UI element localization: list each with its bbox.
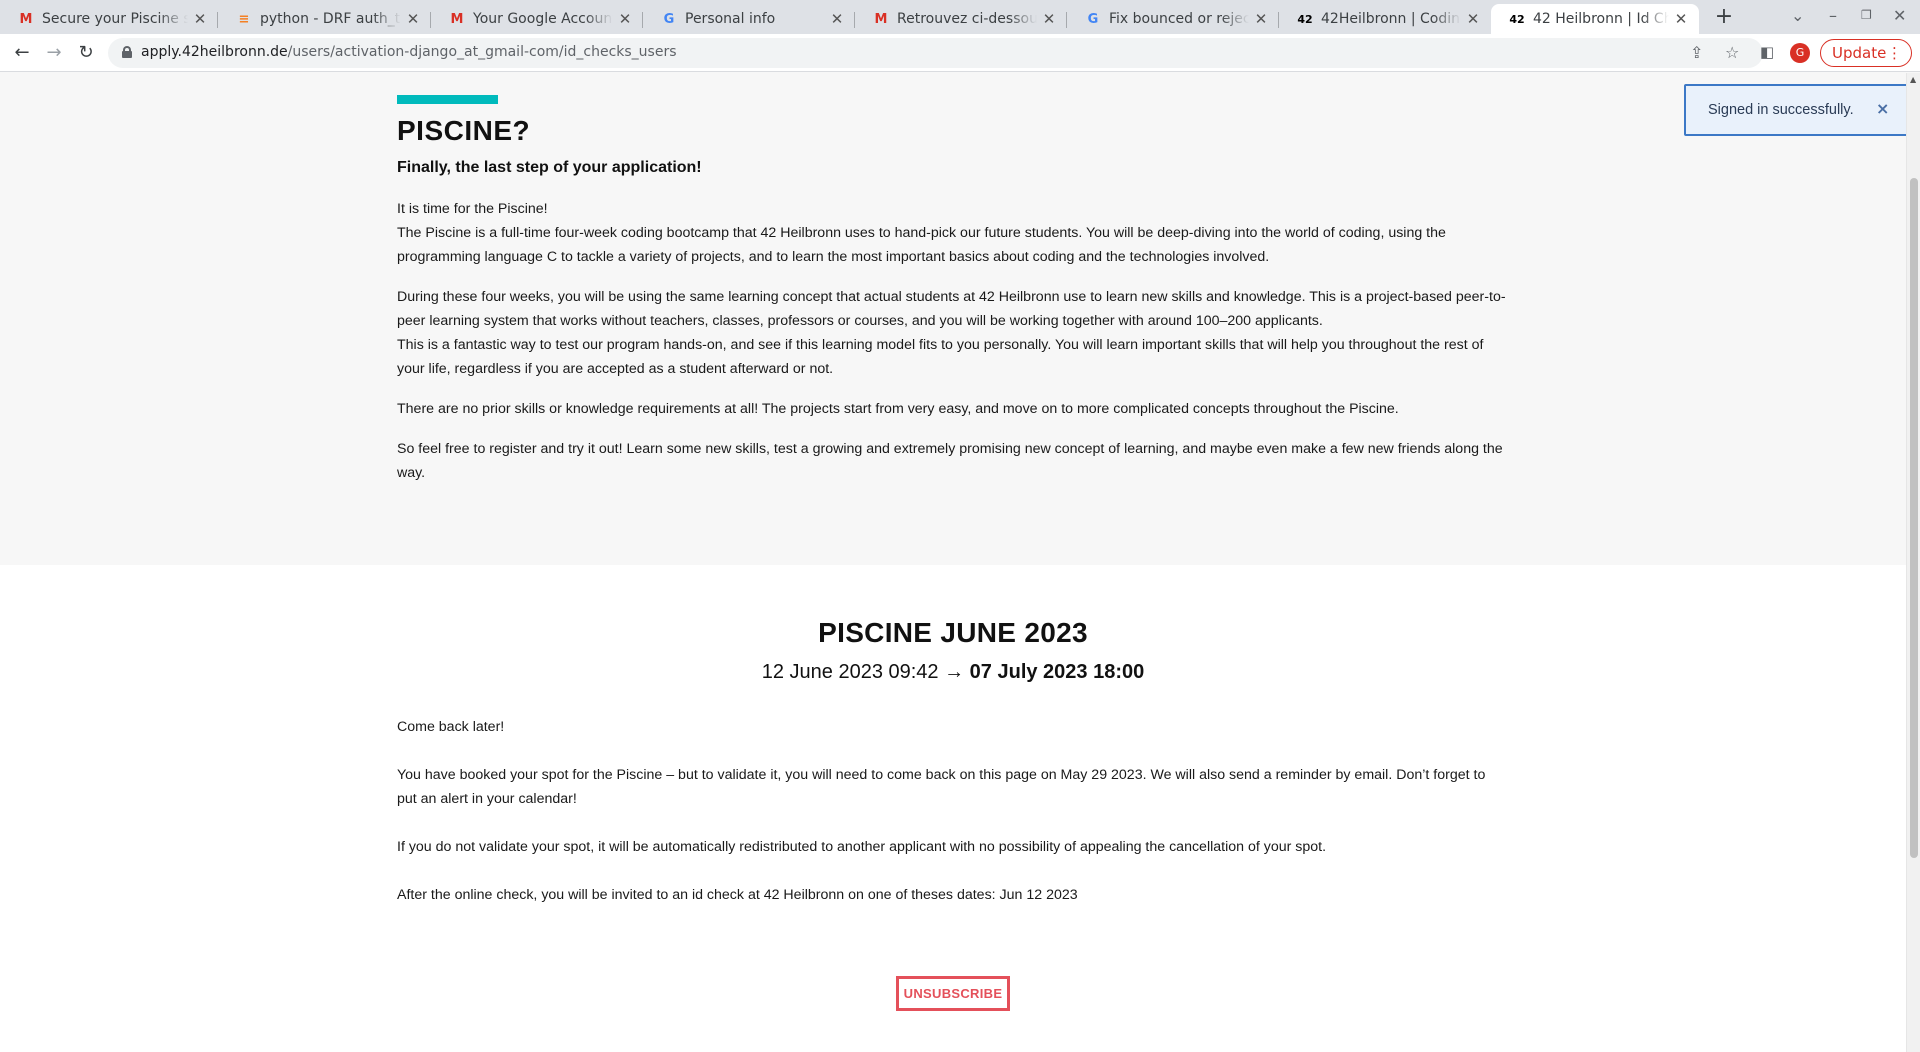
profile-avatar[interactable]: G (1790, 43, 1810, 63)
accent-bar (397, 95, 498, 104)
tab-title: python - DRF auth_tok (260, 11, 401, 27)
gmail-icon: M (19, 11, 33, 27)
42-icon: 42 (1509, 12, 1525, 26)
section-lead: Finally, the last step of your applicati… (397, 159, 702, 176)
tab-42heilbronn-coding[interactable]: 42 42Heilbronn | Coding ✕ (1279, 4, 1491, 34)
tab-title: Retrouvez ci-dessous (897, 11, 1037, 27)
tab-title: 42Heilbronn | Coding (1321, 11, 1461, 27)
paragraph: It is time for the Piscine! The Piscine … (397, 201, 1446, 265)
scrollbar-thumb[interactable] (1910, 178, 1918, 858)
session-end: 07 July 2023 18:00 (969, 661, 1145, 683)
lock-icon[interactable] (122, 46, 132, 58)
close-tab-icon[interactable]: ✕ (1673, 10, 1689, 28)
42-icon: 42 (1297, 12, 1313, 26)
close-tab-icon[interactable]: ✕ (829, 10, 845, 28)
tab-title: 42 Heilbronn | Id Chec (1533, 11, 1669, 27)
restore-icon[interactable]: ❐ (1861, 8, 1872, 22)
session-title: PISCINE JUNE 2023 (818, 617, 1088, 648)
scroll-up-icon[interactable]: ▲ (1910, 75, 1916, 84)
minimize-icon[interactable]: – (1829, 6, 1837, 25)
tab-retrouvez[interactable]: M Retrouvez ci-dessous ✕ (855, 4, 1067, 34)
tab-google-account[interactable]: M Your Google Account ✕ (431, 4, 643, 34)
close-tab-icon[interactable]: ✕ (1253, 10, 1269, 28)
gmail-icon: M (450, 11, 464, 27)
stackoverflow-icon: ≡ (238, 11, 250, 27)
scrollbar[interactable]: ▲ (1906, 73, 1920, 1052)
toast-message: Signed in successfully. (1708, 102, 1854, 118)
tab-title: Fix bounced or rejecte (1109, 11, 1249, 27)
intro-paragraphs: It is time for the Piscine! The Piscine … (397, 197, 1507, 501)
paragraph: Come back later! (397, 719, 505, 735)
paragraph: So feel free to register and try it out!… (397, 441, 1503, 481)
forward-icon[interactable]: → (42, 41, 66, 65)
google-icon: G (663, 11, 675, 27)
page-viewport: PISCINE? Finally, the last step of your … (0, 73, 1906, 1052)
close-icon[interactable]: × (1876, 99, 1889, 118)
update-button[interactable]: Update ⋮ (1820, 39, 1912, 67)
close-tab-icon[interactable]: ✕ (192, 10, 208, 28)
url-text[interactable]: apply.42heilbronn.de/users/activation-dj… (141, 44, 677, 60)
address-bar[interactable]: apply.42heilbronn.de/users/activation-dj… (108, 38, 1763, 68)
tab-title: Your Google Account (473, 11, 613, 27)
paragraph: There are no prior skills or knowledge r… (397, 401, 1399, 417)
tab-fix-bounced[interactable]: G Fix bounced or rejecte ✕ (1067, 4, 1279, 34)
paragraph: During these four weeks, you will be usi… (397, 289, 1506, 377)
tab-strip: M Secure your Piscine sp ✕ ≡ python - DR… (0, 0, 1920, 34)
paragraph: If you do not validate your spot, it wil… (397, 839, 1327, 855)
tab-secure-piscine[interactable]: M Secure your Piscine sp ✕ (0, 4, 218, 34)
menu-kebab-icon[interactable]: ⋮ (1887, 40, 1902, 66)
reload-icon[interactable]: ↻ (74, 41, 98, 65)
session-dates: 12 June 2023 09:42 → 07 July 2023 18:00 (0, 661, 1906, 684)
google-icon: G (1087, 11, 1099, 27)
close-tab-icon[interactable]: ✕ (405, 10, 421, 28)
session-start: 12 June 2023 09:42 (761, 661, 939, 683)
side-panel-icon[interactable]: ◧ (1760, 43, 1774, 61)
piscine-intro-section: PISCINE? Finally, the last step of your … (0, 73, 1906, 565)
new-tab-button[interactable]: + (1710, 4, 1738, 32)
signin-toast: Signed in successfully. × (1684, 84, 1908, 136)
tab-search-icon[interactable]: ⌄ (1791, 6, 1804, 25)
paragraph: After the online check, you will be invi… (397, 887, 1078, 903)
address-toolbar: ← → ↻ apply.42heilbronn.de/users/activat… (0, 34, 1920, 72)
close-tab-icon[interactable]: ✕ (1465, 10, 1481, 28)
close-tab-icon[interactable]: ✕ (1041, 10, 1057, 28)
bookmark-star-icon[interactable]: ☆ (1725, 43, 1739, 62)
piscine-session-section: PISCINE JUNE 2023 12 June 2023 09:42 → 0… (0, 565, 1906, 1052)
tab-personal-info[interactable]: G Personal info ✕ (643, 4, 855, 34)
share-icon[interactable]: ⇪ (1690, 43, 1703, 62)
close-tab-icon[interactable]: ✕ (617, 10, 633, 28)
arrow-icon: → (944, 661, 965, 683)
tab-id-checks[interactable]: 42 42 Heilbronn | Id Chec ✕ (1491, 4, 1699, 34)
section-title: PISCINE? (397, 115, 531, 146)
tab-python-drf[interactable]: ≡ python - DRF auth_tok ✕ (218, 4, 431, 34)
session-info: Come back later! You have booked your sp… (397, 715, 1507, 931)
tab-title: Personal info (685, 11, 776, 27)
tab-title: Secure your Piscine sp (42, 11, 188, 27)
paragraph: You have booked your spot for the Piscin… (397, 767, 1486, 807)
close-window-icon[interactable]: ✕ (1893, 6, 1906, 25)
gmail-icon: M (874, 11, 888, 27)
unsubscribe-button[interactable]: UNSUBSCRIBE (896, 976, 1010, 1011)
back-icon[interactable]: ← (10, 41, 34, 65)
